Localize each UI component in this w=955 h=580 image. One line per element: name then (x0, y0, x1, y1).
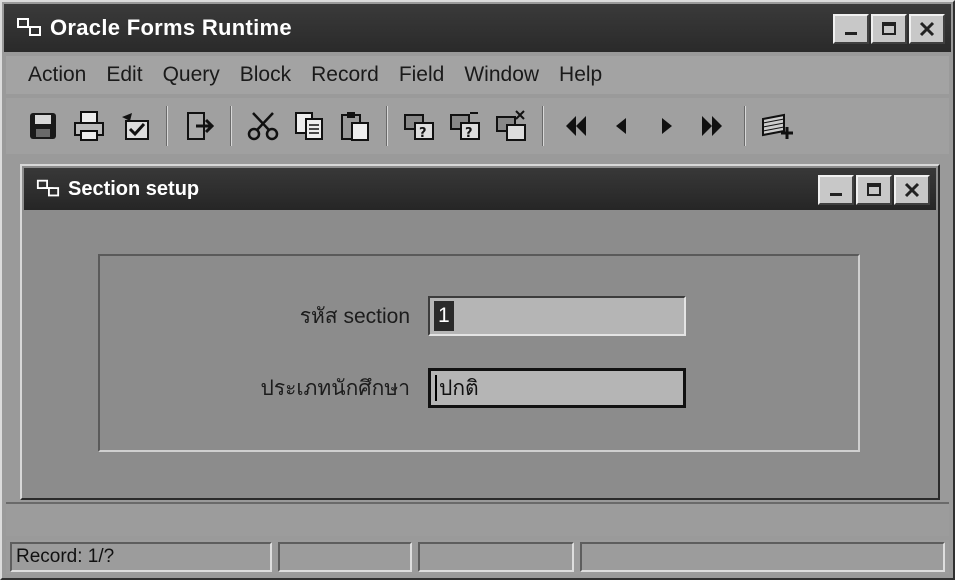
clear-icon (122, 113, 149, 140)
status-cell-3 (418, 542, 574, 572)
print-icon (74, 111, 104, 141)
section-code-row: รหัส section 1 (110, 296, 686, 336)
cancel-query-button[interactable] (488, 103, 534, 149)
menu-help[interactable]: Help (559, 63, 602, 87)
student-type-input[interactable]: ปกติ (428, 368, 686, 408)
execute-query-button[interactable]: ? (442, 103, 488, 149)
insert-record-button[interactable] (754, 103, 800, 149)
execute-query-icon: ? (450, 112, 480, 141)
student-type-label: ประเภทนักศึกษา (260, 376, 410, 400)
message-line (6, 502, 949, 536)
oracle-forms-window: Oracle Forms Runtime Action Edit Query B… (0, 0, 955, 580)
menu-block[interactable]: Block (240, 63, 291, 87)
next-block-button[interactable] (690, 103, 736, 149)
toolbar-separator (542, 106, 544, 146)
exit-button[interactable] (176, 103, 222, 149)
close-button[interactable] (909, 14, 945, 44)
save-button[interactable] (20, 103, 66, 149)
menu-field[interactable]: Field (399, 63, 445, 87)
paste-button[interactable] (332, 103, 378, 149)
minimize-icon (845, 32, 857, 35)
section-code-label: รหัส section (299, 304, 410, 328)
maximize-icon (867, 183, 881, 196)
previous-record-button[interactable] (598, 103, 644, 149)
student-type-row: ประเภทนักศึกษา ปกติ (110, 368, 686, 408)
app-title: Oracle Forms Runtime (50, 15, 292, 40)
svg-text:?: ? (419, 126, 427, 141)
app-titlebar: Oracle Forms Runtime (4, 4, 951, 52)
paste-icon (341, 112, 369, 141)
status-cell-2 (278, 542, 412, 572)
maximize-button[interactable] (871, 14, 907, 44)
status-cell-4 (580, 542, 945, 572)
minimize-icon (830, 193, 842, 196)
menubar: Action Edit Query Block Record Field Win… (6, 56, 949, 94)
section-code-value: 1 (434, 301, 454, 331)
next-record-icon (662, 118, 672, 134)
enter-query-icon: ? (404, 114, 434, 141)
cut-button[interactable] (240, 103, 286, 149)
copy-icon (295, 112, 323, 140)
cancel-query-icon (496, 110, 526, 141)
next-block-icon (702, 116, 722, 136)
section-window-title: Section setup (68, 177, 200, 200)
previous-record-icon (616, 118, 626, 134)
menu-query[interactable]: Query (163, 63, 220, 87)
enter-query-button[interactable]: ? (396, 103, 442, 149)
section-code-input[interactable]: 1 (428, 296, 686, 336)
toolbar-separator (166, 106, 168, 146)
form-window-icon (36, 179, 60, 197)
close-icon (919, 21, 935, 37)
section-setup-window: Section setup รหัส section 1 ประเภทนักศึ… (20, 164, 940, 500)
next-record-button[interactable] (644, 103, 690, 149)
toolbar-separator (744, 106, 746, 146)
toolbar-separator (386, 106, 388, 146)
form-group-box: รหัส section 1 ประเภทนักศึกษา ปกติ (98, 254, 860, 452)
svg-text:?: ? (465, 126, 473, 141)
maximize-icon (882, 22, 896, 35)
clear-button[interactable] (112, 103, 158, 149)
exit-icon (187, 112, 215, 140)
toolbar-separator (230, 106, 232, 146)
menu-action[interactable]: Action (28, 63, 86, 87)
text-caret (435, 375, 437, 401)
cut-icon (247, 112, 279, 141)
student-type-value: ปกติ (439, 376, 479, 400)
toolbar: ? ? (6, 98, 949, 154)
previous-block-button[interactable] (552, 103, 598, 149)
record-indicator: Record: 1/? (10, 542, 272, 572)
minimize-button[interactable] (833, 14, 869, 44)
close-icon (904, 182, 920, 198)
oracle-forms-icon (17, 18, 41, 36)
statusbar: Record: 1/? (6, 540, 949, 574)
insert-record-icon (762, 113, 793, 139)
copy-button[interactable] (286, 103, 332, 149)
section-minimize-button[interactable] (818, 175, 854, 205)
section-close-button[interactable] (894, 175, 930, 205)
section-maximize-button[interactable] (856, 175, 892, 205)
print-button[interactable] (66, 103, 112, 149)
previous-block-icon (566, 116, 586, 136)
save-icon (30, 113, 56, 139)
menu-edit[interactable]: Edit (106, 63, 142, 87)
section-titlebar: Section setup (24, 168, 936, 210)
menu-window[interactable]: Window (464, 63, 539, 87)
menu-record[interactable]: Record (311, 63, 379, 87)
